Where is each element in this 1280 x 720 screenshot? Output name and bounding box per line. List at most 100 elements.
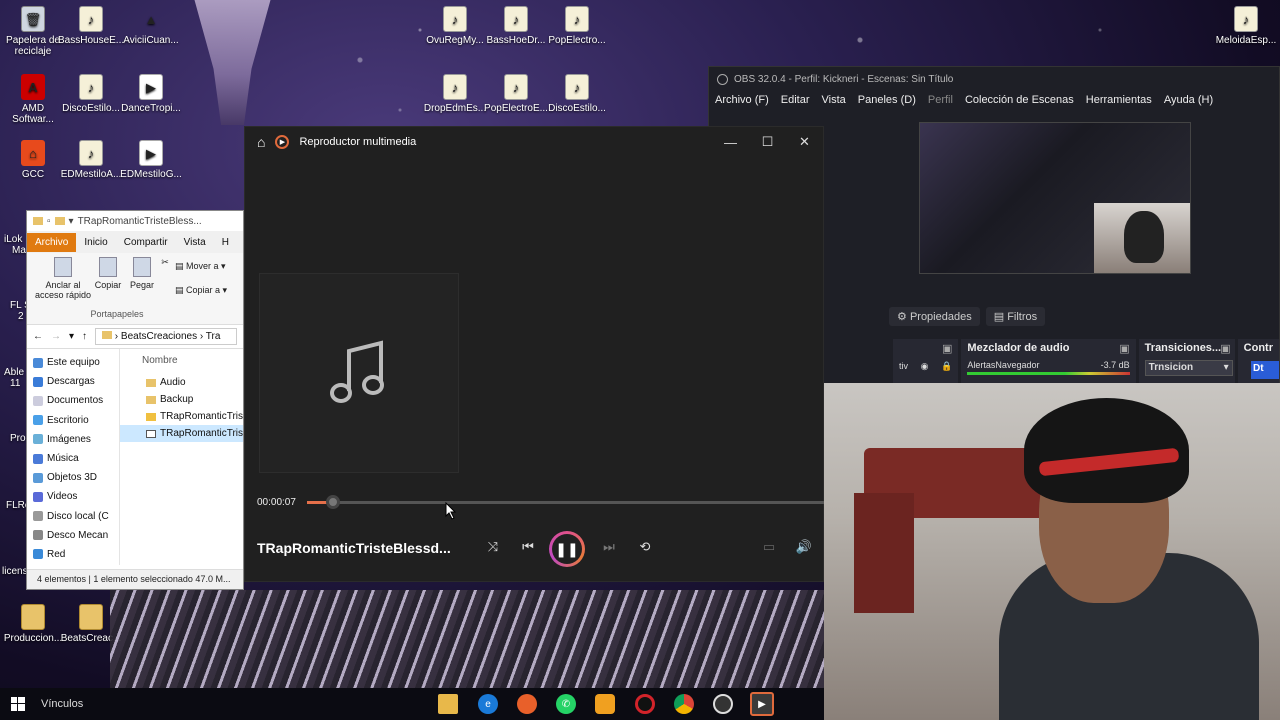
desktop-icon-file[interactable]: ♪ EDMestiloA... [58, 140, 124, 180]
nav-item-objetos-3d[interactable]: Objetos 3D [27, 468, 119, 487]
cut-button[interactable]: ✂ [159, 257, 171, 268]
list-item[interactable]: TRapRomanticTris [120, 408, 243, 425]
dock-undock-icon[interactable]: ▣ [1220, 342, 1230, 355]
taskbar-edge-icon[interactable]: e [478, 694, 498, 714]
desktop-icon-file[interactable]: ♪ DiscoEstilo... [544, 74, 610, 114]
tab-filtros[interactable]: ▤ Filtros [985, 307, 1046, 326]
home-icon[interactable]: ⌂ [257, 134, 265, 150]
path-segment[interactable]: BeatsCreaciones [121, 331, 197, 342]
taskbar-firefox-icon[interactable] [517, 694, 537, 714]
dock-undock-icon[interactable]: ▣ [899, 342, 952, 355]
nav-item-escritorio[interactable]: Escritorio [27, 411, 119, 430]
chevron-down-icon[interactable]: ▾ [69, 216, 74, 227]
nav-item-videos[interactable]: Videos [27, 487, 119, 506]
nav-item-descargas[interactable]: Descargas [27, 372, 119, 391]
nav-item-documentos[interactable]: Documentos [27, 391, 119, 410]
pause-button[interactable]: ❚❚ [549, 531, 585, 567]
desktop-icon-gcc[interactable]: ⌂ GCC [0, 140, 66, 180]
properties-icon[interactable]: ▫ [47, 216, 51, 227]
desktop-icon-file[interactable]: ▲ AviciiCuan... [118, 6, 184, 47]
desktop-icon-file[interactable]: ♪ BassHoeDr... [483, 6, 549, 46]
copy-to-button[interactable]: ▤ Copiar a ▾ [175, 285, 243, 296]
tab-archivo[interactable]: Archivo [27, 232, 77, 252]
obs-menu-perfil[interactable]: Perfil [928, 94, 953, 106]
nav-item-disco-local[interactable]: Disco local (C [27, 507, 119, 526]
path-segment[interactable]: Tra [206, 331, 221, 342]
seek-bar[interactable] [307, 495, 825, 509]
taskbar-explorer-icon[interactable] [438, 694, 458, 714]
transition-select[interactable]: Trnsicion ▾ [1144, 360, 1233, 376]
tab-help[interactable]: H [214, 233, 237, 252]
tab-vista[interactable]: Vista [176, 233, 214, 252]
desktop-icon-amd[interactable]: A AMD Softwar... [0, 74, 66, 125]
minimize-button[interactable]: — [712, 127, 749, 157]
start-button[interactable] [0, 688, 36, 720]
obs-preview[interactable] [919, 122, 1191, 274]
volume-meter[interactable] [967, 372, 1130, 375]
obs-menu-ayuda[interactable]: Ayuda (H) [1164, 94, 1213, 106]
nav-item-este-equipo[interactable]: Este equipo [27, 353, 119, 372]
desktop-icon-file[interactable]: ♪ OvuRegMy... [422, 6, 488, 46]
obs-menu-archivo[interactable]: Archivo (F) [715, 94, 769, 106]
desktop-icon-file[interactable]: ▶ DanceTropi... [118, 74, 184, 114]
taskbar-links-toolbar[interactable]: Vínculos [41, 698, 83, 710]
copy-button[interactable]: Copiar [93, 257, 123, 290]
close-button[interactable]: ✕ [786, 127, 823, 157]
nav-item-red[interactable]: Red [27, 545, 119, 564]
taskbar-media-player-icon[interactable]: ▶ [750, 692, 774, 716]
pin-quick-access-button[interactable]: Anclar al acceso rápido [31, 257, 95, 300]
desktop-icon-folder[interactable]: Produccion... [0, 604, 66, 644]
desktop-icon-file[interactable]: ♪ DropEdmEs... [422, 74, 488, 114]
desktop-icon-file[interactable]: ♪ DiscoEstilo... [58, 74, 124, 114]
shuffle-button[interactable]: ⤨ [481, 535, 505, 559]
obs-menu-herramientas[interactable]: Herramientas [1086, 94, 1152, 106]
taskbar-obs-icon[interactable] [713, 694, 733, 714]
nav-item-imagenes[interactable]: Imágenes [27, 430, 119, 449]
desktop-icon-file[interactable]: ♪ PopElectroE... [483, 74, 549, 114]
up-arrow-icon[interactable]: ↑ [82, 331, 87, 342]
dock-undock-icon[interactable]: ▣ [1119, 342, 1129, 355]
source-row[interactable]: tiv ◉ 🔒 [899, 361, 952, 372]
desktop-icon-recycle-bin[interactable]: 🗑 Papelera de reciclaje [0, 6, 66, 57]
next-button[interactable]: ⏭ [597, 535, 621, 559]
back-arrow-icon[interactable]: ← [33, 331, 43, 342]
taskbar-opera-icon[interactable] [635, 694, 655, 714]
paste-button[interactable]: Pegar [127, 257, 157, 290]
obs-menu-paneles[interactable]: Paneles (D) [858, 94, 916, 106]
column-header-nombre[interactable]: Nombre [120, 353, 243, 368]
taskbar-fl-studio-icon[interactable] [595, 694, 615, 714]
nav-item-musica[interactable]: Música [27, 449, 119, 468]
maximize-button[interactable]: ☐ [749, 127, 786, 157]
taskbar-chrome-icon[interactable] [674, 694, 694, 714]
seek-thumb[interactable] [325, 495, 340, 509]
eye-icon[interactable]: ◉ [921, 361, 929, 372]
repeat-button[interactable]: ⟲ [633, 535, 657, 559]
nav-item-desco-mecan[interactable]: Desco Mecan [27, 526, 119, 545]
previous-button[interactable]: ⏮ [516, 535, 540, 559]
tab-propiedades[interactable]: ⚙ Propiedades [889, 307, 980, 326]
taskbar-whatsapp-icon[interactable]: ✆ [556, 694, 576, 714]
desktop-icon-file[interactable]: ▶ EDMestiloG... [118, 140, 184, 180]
desktop-icon-file[interactable]: ♪ MeloidaEsp... [1213, 6, 1279, 46]
obs-menu-vista[interactable]: Vista [822, 94, 846, 106]
list-item[interactable]: TRapRomanticTris [120, 425, 243, 442]
obs-menu-escenas[interactable]: Colección de Escenas [965, 94, 1074, 106]
desktop-icon-file[interactable]: ♪ PopElectro... [544, 6, 610, 46]
obs-menu-editar[interactable]: Editar [781, 94, 810, 106]
tab-compartir[interactable]: Compartir [116, 233, 176, 252]
move-to-button[interactable]: ▤ Mover a ▾ [175, 261, 243, 272]
controls-button[interactable]: Dt [1251, 361, 1279, 379]
new-folder-icon[interactable] [54, 217, 65, 225]
list-item[interactable]: Backup [120, 391, 243, 408]
desktop-icon-file[interactable]: ♪ BassHouseE... [58, 6, 124, 46]
miniplayer-button[interactable]: ▭ [757, 535, 781, 559]
volume-button[interactable]: 🔊 [792, 535, 816, 559]
forward-arrow-icon[interactable]: → [51, 331, 61, 342]
file-explorer-window[interactable]: ▫ ▾ TRapRomanticTristeBless... Archivo I… [26, 210, 244, 590]
media-player-window[interactable]: ⌂ ▶ Reproductor multimedia — ☐ ✕ 00:00:0… [244, 126, 825, 582]
list-item[interactable]: Audio [120, 374, 243, 391]
path-input[interactable]: › BeatsCreaciones › Tra [95, 328, 237, 345]
tab-inicio[interactable]: Inicio [76, 233, 115, 252]
chevron-down-icon[interactable]: ▾ [69, 331, 74, 342]
lock-icon[interactable]: 🔒 [941, 361, 952, 372]
